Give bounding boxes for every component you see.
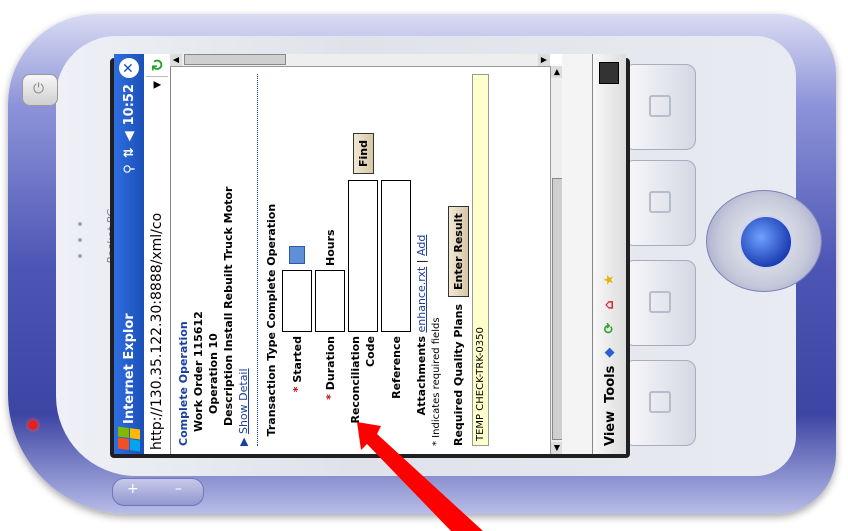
reconciliation-code-input[interactable] <box>348 180 378 332</box>
started-field-row: * Started <box>282 74 312 446</box>
keyboard-icon[interactable] <box>599 62 619 84</box>
hw-button-icon <box>649 95 671 117</box>
started-input[interactable] <box>282 270 312 332</box>
attachment-file-link[interactable]: enhance.rxt <box>414 267 429 333</box>
vertical-scrollbar[interactable]: ▲ ▼ <box>170 54 550 67</box>
show-detail-row: ▶ Show Detail <box>236 74 251 446</box>
required-note: * Indicates required fields <box>431 317 442 446</box>
hardware-buttons <box>624 64 698 456</box>
scroll-down-icon[interactable]: ▼ <box>538 54 550 66</box>
address-bar: http://130.35.122.30:8888/xml/co ▼ ↻ <box>144 54 171 454</box>
volume-up-label: + <box>127 481 139 497</box>
secondary-toolbar <box>562 54 592 454</box>
hardware-button-1[interactable] <box>624 64 696 150</box>
clock-time[interactable]: 10:52 <box>122 84 137 125</box>
navigation-pad[interactable] <box>706 190 822 292</box>
started-label: * Started <box>290 336 304 393</box>
refresh-page-icon[interactable]: ⟳ <box>602 318 618 334</box>
power-button[interactable]: ⏻ <box>22 74 58 106</box>
quality-plan-item[interactable]: TEMP CHECK-TRK-0350 <box>472 74 489 446</box>
work-order-row: Work Order 115612 <box>191 74 206 446</box>
quality-plans-row: Required Quality Plans Enter Result <box>448 74 469 446</box>
view-menu[interactable]: View <box>603 411 618 446</box>
page-title: Complete Operation <box>177 321 190 446</box>
duration-field-row: * Duration Hours <box>315 74 345 446</box>
chevron-down-icon[interactable]: ▼ <box>152 81 163 89</box>
bottom-menu-bar: View Tools ◆ ⟳ ⌂ ★ <box>592 54 626 454</box>
tools-menu[interactable]: Tools <box>603 366 618 403</box>
power-icon: ⏻ <box>33 81 45 97</box>
description-value: Install Rebuilt Truck Motor <box>222 186 235 352</box>
favorites-star-icon[interactable]: ★ <box>602 270 618 286</box>
hardware-button-3[interactable] <box>624 260 696 346</box>
volume-down-label: – <box>175 481 182 497</box>
duration-unit: Hours <box>323 229 337 266</box>
add-attachment-link[interactable]: Add <box>414 235 429 256</box>
volume-rocker[interactable]: + – <box>112 478 204 506</box>
transaction-type-row: Transaction Type Complete Operation <box>264 74 279 446</box>
required-marker: * <box>323 394 337 400</box>
transaction-type-label: Transaction Type <box>265 332 278 437</box>
duration-input[interactable] <box>315 270 345 332</box>
sync-icon[interactable]: ⇅ <box>122 147 137 158</box>
required-marker: * <box>290 386 304 393</box>
hardware-button-2[interactable] <box>624 160 696 246</box>
work-order-label: Work Order <box>192 360 205 432</box>
operation-row: Operation 10 <box>206 74 221 446</box>
notification-led <box>28 420 38 430</box>
back-arrow-icon[interactable]: ◆ <box>602 342 618 358</box>
home-icon[interactable]: ⌂ <box>602 294 618 309</box>
page-content: Complete Operation Work Order 115612 Ope… <box>170 66 550 454</box>
hw-button-icon <box>649 391 671 413</box>
connectivity-icon[interactable]: ⚲ <box>122 164 137 174</box>
operation-value: 10 <box>207 333 220 349</box>
description-row: Description Install Rebuilt Truck Motor <box>221 74 236 446</box>
find-button[interactable]: Find <box>352 133 374 174</box>
scroll-up-icon[interactable]: ▲ <box>170 54 182 66</box>
red-arrow-icon <box>357 422 483 531</box>
description-label: Description <box>222 354 235 426</box>
refresh-icon[interactable]: ↻ <box>146 54 168 77</box>
calendar-icon[interactable] <box>289 246 305 264</box>
operation-label: Operation <box>207 352 220 414</box>
duration-label: * Duration <box>323 336 337 400</box>
windows-start-icon[interactable] <box>118 426 140 452</box>
speaker-dots <box>78 210 82 270</box>
show-detail-link[interactable]: Show Detail <box>236 368 251 434</box>
expand-triangle-icon[interactable]: ▶ <box>236 438 251 446</box>
speaker-icon[interactable]: ◀ <box>122 131 137 141</box>
enter-result-button[interactable]: Enter Result <box>448 206 469 297</box>
title-bar: Internet Explor ⚲ ⇅ ◀ 10:52 ✕ <box>114 54 144 454</box>
hardware-button-4[interactable] <box>624 360 696 446</box>
close-button[interactable]: ✕ <box>119 58 139 78</box>
action-button[interactable] <box>739 215 793 269</box>
attachment-separator: | <box>415 259 428 264</box>
device-screen: Internet Explor ⚲ ⇅ ◀ 10:52 ✕ http://130… <box>114 54 626 454</box>
attachments-row: Attachments enhance.rxt | Add <box>414 74 429 446</box>
hw-button-icon <box>649 191 671 213</box>
divider <box>257 74 258 446</box>
reference-field-row: Reference <box>381 74 411 446</box>
reference-input[interactable] <box>381 180 411 332</box>
vertical-scroll-thumb[interactable] <box>184 54 286 65</box>
reconciliation-field-row: Reconciliation Code Find <box>348 74 378 446</box>
transaction-type-value: Complete Operation <box>265 203 278 329</box>
url-input[interactable]: http://130.35.122.30:8888/xml/co <box>149 93 165 454</box>
hw-button-icon <box>649 291 671 313</box>
app-title: Internet Explor <box>121 313 137 424</box>
status-icons: ⚲ ⇅ ◀ 10:52 <box>122 84 137 174</box>
work-order-value: 115612 <box>192 311 205 358</box>
